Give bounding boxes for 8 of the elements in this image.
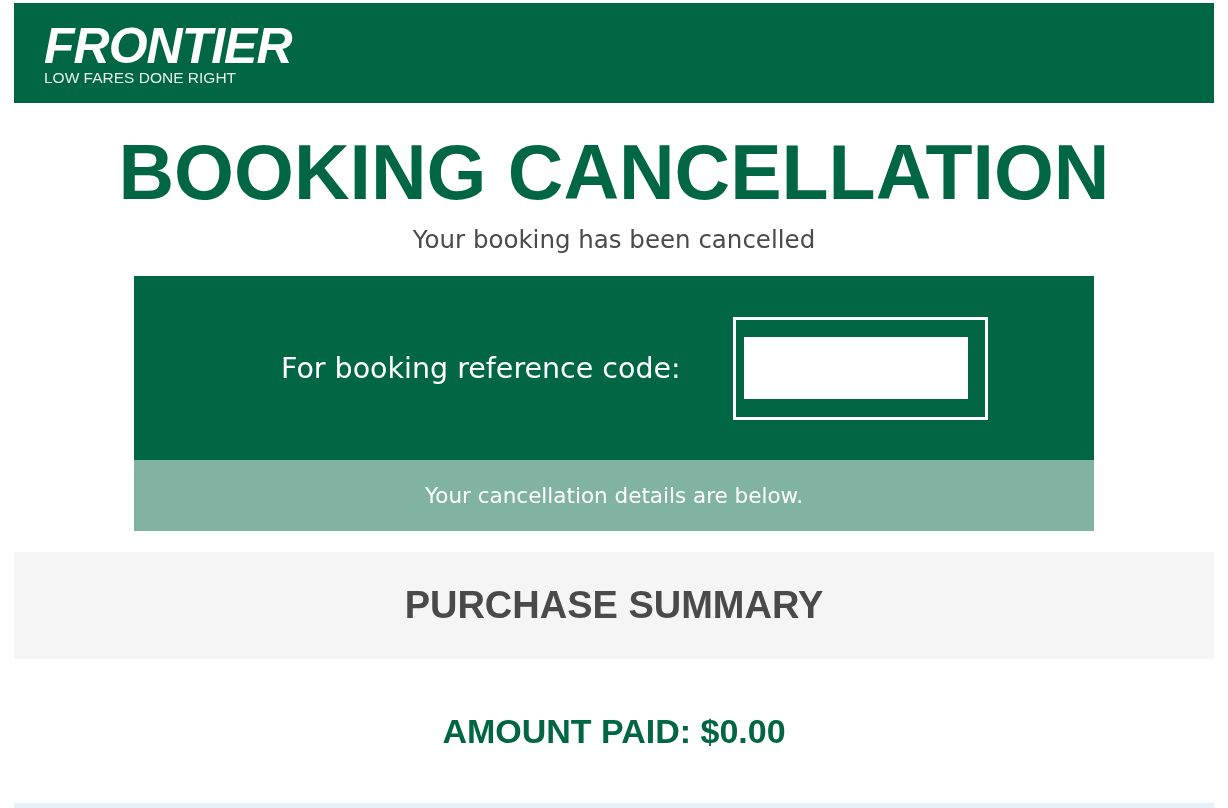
amount-paid: AMOUNT PAID: $0.00 — [442, 711, 786, 751]
page-subtitle: Your booking has been cancelled — [412, 225, 816, 255]
logo-tagline: LOW FARES DONE RIGHT — [44, 70, 237, 86]
summary-heading: PURCHASE SUMMARY — [404, 584, 824, 627]
reference-label: For booking reference code: — [281, 351, 681, 385]
cancellation-note: Your cancellation details are below. — [424, 483, 804, 508]
logo-wordmark: FRONTIER — [44, 22, 292, 70]
page-title: BOOKING CANCELLATION — [118, 129, 1110, 215]
